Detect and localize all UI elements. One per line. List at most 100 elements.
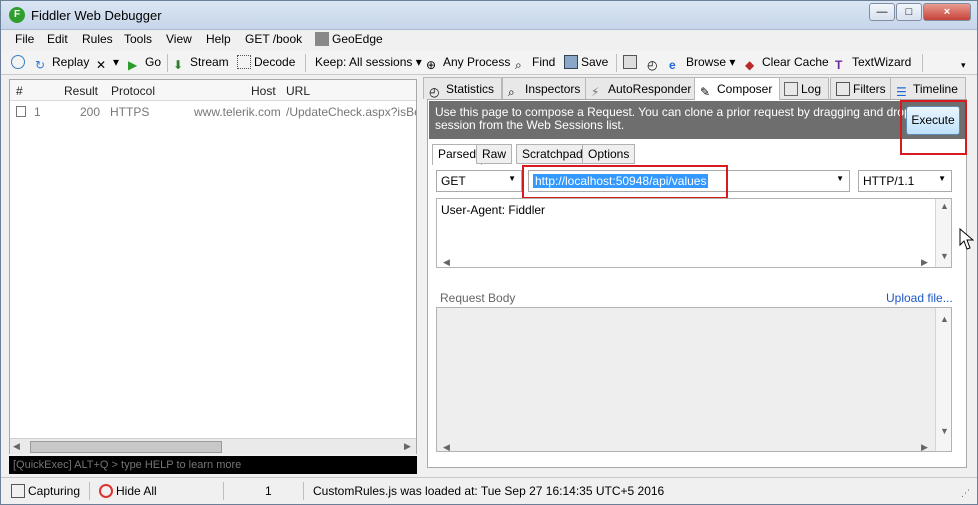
geoedge-icon [315,32,329,46]
request-body-editor[interactable]: ▲ ▼ ◀ ▶ [436,307,952,452]
checkbox-icon [836,82,850,96]
subtab-parsed[interactable]: Parsed [432,144,483,165]
maximize-button[interactable]: □ [896,3,922,21]
magnifier-icon: ⌕ [508,85,515,99]
x-icon: ✕ [96,58,107,72]
timeline-icon: ☰ [896,85,907,99]
table-row[interactable]: 1 200 HTTPS www.telerik.com /UpdateCheck… [10,102,416,120]
eraser-icon: ◆ [745,58,755,72]
scroll-thumb[interactable] [30,441,222,453]
browse-button[interactable]: e Browse ▾ [669,55,735,72]
method-select[interactable]: GET [436,170,522,192]
menu-rules[interactable]: Rules [82,32,113,46]
fiddler-app-icon: F [9,7,25,23]
any-process-button[interactable]: ⊕ Any Process [426,55,510,72]
upload-file-link[interactable]: Upload file... [886,291,953,305]
tab-statistics[interactable]: ◴ Statistics [423,77,503,99]
hide-icon [99,484,113,498]
menu-help[interactable]: Help [206,32,231,46]
minimize-button[interactable]: — [869,3,895,21]
headers-scroll-left-icon[interactable]: ◀ [443,257,450,268]
timer-button[interactable]: ◴ [647,55,664,72]
scroll-left-icon[interactable]: ◀ [13,441,20,452]
capturing-toggle[interactable]: Capturing [11,484,80,498]
status-message: CustomRules.js was loaded at: Tue Sep 27… [313,484,665,498]
request-headers-editor[interactable]: User-Agent: Fiddler ▲ ▼ ◀ ▶ [436,198,952,268]
right-panel: ◴ Statistics ⌕ Inspectors ⚡ AutoResponder ✎… [423,77,974,472]
stream-arrow-icon: ⬇ [173,58,184,72]
body-scroll-left-icon[interactable]: ◀ [443,442,450,453]
menu-bar: File Edit Rules Tools View Help GET /boo… [1,30,977,50]
tab-timeline[interactable]: ☰ Timeline [890,77,966,99]
document-icon [16,106,26,117]
fiddler-window: F Fiddler Web Debugger — □ × File Edit R… [0,0,978,505]
header-result[interactable]: Result [64,84,98,98]
find-button[interactable]: ⌕ Find [515,55,555,72]
scroll-right-icon[interactable]: ▶ [404,441,411,452]
play-icon: ▶ [128,58,138,72]
speech-bubble-icon [11,55,25,69]
composer-panel: Use this page to compose a Request. You … [427,99,974,468]
crosshair-icon: ⊕ [426,58,437,72]
headers-vertical-scrollbar[interactable]: ▲ ▼ [935,199,951,267]
screenshot-button[interactable] [623,55,640,69]
subtab-scratchpad[interactable]: Scratchpad [516,144,589,164]
http-version-select[interactable]: HTTP/1.1 [858,170,952,192]
camera-icon [623,55,637,69]
replay-icon: ↻ [35,58,46,72]
comment-button[interactable] [11,55,28,69]
text-wizard-icon: T [835,58,843,72]
stopwatch-icon: ◴ [429,85,440,99]
header-host[interactable]: Host [251,84,276,98]
keep-sessions-dropdown[interactable]: Keep: All sessions ▾ [315,55,422,69]
menu-edit[interactable]: Edit [47,32,68,46]
close-button[interactable]: × [923,3,971,21]
header-url[interactable]: URL [286,84,310,98]
tab-filters[interactable]: Filters [830,77,894,99]
request-body-label: Request Body [440,291,516,305]
menu-tools[interactable]: Tools [124,32,152,46]
body-scroll-right-icon[interactable]: ▶ [921,442,928,453]
menu-get-book[interactable]: GET /book [245,32,302,46]
url-highlight-box [522,165,728,199]
sessions-header: # Result Protocol Host URL [10,80,416,101]
replay-button[interactable]: ↻ Replay [35,55,89,72]
menu-geoedge[interactable]: GeoEdge [315,32,383,46]
stream-button[interactable]: ⬇ Stream [173,55,229,72]
session-count: 1 [265,484,272,498]
log-icon [784,82,798,96]
tab-inspectors[interactable]: ⌕ Inspectors [502,77,589,99]
menu-file[interactable]: File [15,32,34,46]
mouse-cursor-icon [959,228,974,250]
body-vertical-scrollbar[interactable]: ▲ ▼ [935,308,951,451]
tab-autoresponder[interactable]: ⚡ AutoResponder [585,77,700,99]
clear-cache-button[interactable]: ◆ Clear Cache [745,55,829,72]
subtab-raw[interactable]: Raw [476,144,513,164]
header-protocol[interactable]: Protocol [111,84,155,98]
toolbar-overflow[interactable]: ▾ [961,60,966,71]
save-icon [564,55,578,69]
save-button[interactable]: Save [564,55,608,69]
ie-browser-icon: e [669,58,676,72]
menu-view[interactable]: View [166,32,192,46]
decode-button[interactable]: Decode [237,55,295,69]
headers-scroll-right-icon[interactable]: ▶ [921,257,928,268]
textwizard-button[interactable]: T TextWizard [835,55,911,72]
header-number[interactable]: # [16,84,23,98]
headers-text: User-Agent: Fiddler [441,203,546,217]
tab-composer[interactable]: ✎ Composer [694,77,781,100]
lightning-icon: ⚡ [591,85,600,99]
status-bar: Capturing Hide All 1 CustomRules.js was … [1,477,977,504]
web-sessions-list[interactable]: # Result Protocol Host URL 1 200 HTTPS w… [9,79,417,454]
remove-button[interactable]: ✕ ▾ [96,55,119,72]
hide-all-filter[interactable]: Hide All [99,484,157,498]
decode-icon [237,55,251,69]
stopwatch-icon: ◴ [647,58,658,72]
resize-grip-icon[interactable]: ⋰ [961,488,970,499]
subtab-options[interactable]: Options [582,144,636,164]
tab-log[interactable]: Log [778,77,830,99]
capturing-icon [11,484,25,498]
horizontal-scrollbar[interactable]: ◀ ▶ [10,438,416,454]
go-button[interactable]: ▶ Go [128,55,161,72]
quickexec-input[interactable] [9,456,417,474]
